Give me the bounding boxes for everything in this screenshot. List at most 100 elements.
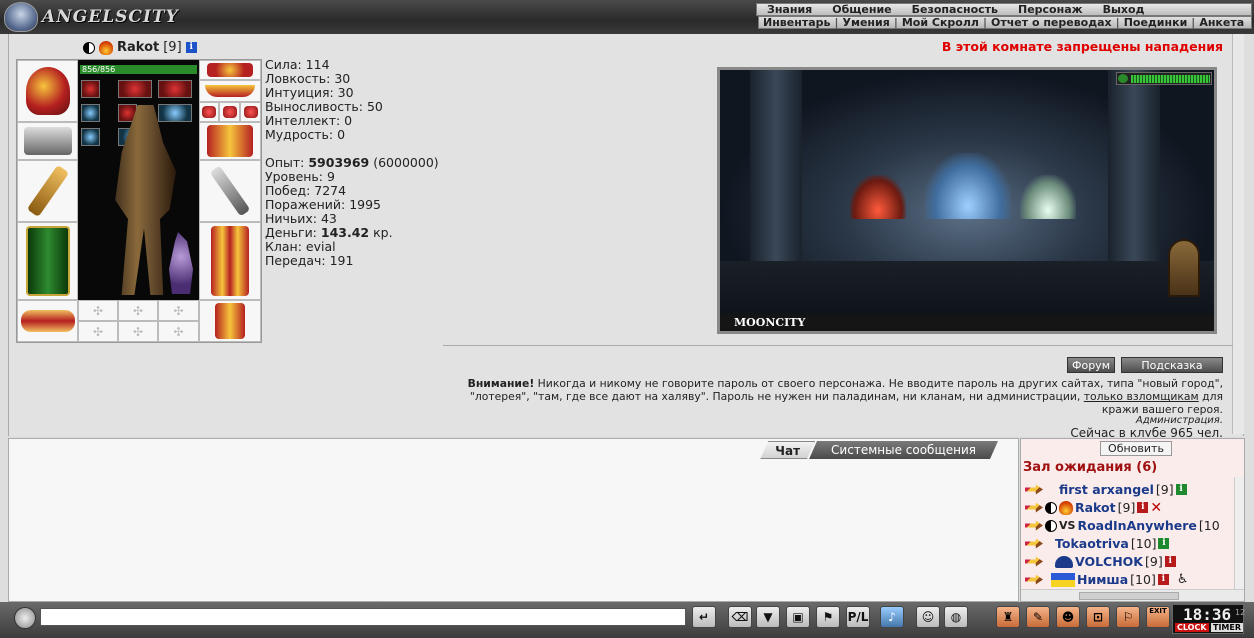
private-message-icon[interactable] — [1025, 574, 1043, 585]
boots-icon — [215, 303, 245, 339]
scrollbar-thumb[interactable] — [1079, 592, 1179, 600]
user-name[interactable]: RoadInAnywhere — [1077, 518, 1196, 533]
user-list-hscrollbar[interactable] — [1021, 589, 1244, 601]
submenu-transfer-report[interactable]: Отчет о переводах — [987, 16, 1116, 29]
slot-armor[interactable] — [17, 222, 78, 300]
user-name[interactable]: Rakot — [1075, 500, 1116, 515]
chat-area[interactable]: Чат Системные сообщения — [8, 438, 1019, 602]
slot-small-3[interactable]: ✣ — [158, 300, 199, 321]
rune-slot-3[interactable] — [158, 80, 192, 98]
slot-earrings[interactable] — [199, 60, 261, 80]
chat-input[interactable] — [40, 608, 686, 626]
lower-panel: Чат Системные сообщения Обновить Зал ожи… — [0, 436, 1254, 602]
user-info-icon[interactable]: i — [1157, 574, 1169, 585]
submenu-inventory[interactable]: Инвентарь — [759, 16, 834, 29]
user-list-scrollbar[interactable] — [1234, 477, 1244, 589]
save-log-icon[interactable]: ▣ — [786, 606, 810, 628]
submenu-skills[interactable]: Умения — [839, 16, 894, 29]
private-message-icon[interactable] — [1025, 484, 1043, 495]
slot-bracers[interactable] — [17, 122, 78, 160]
slot-weapon-left[interactable] — [17, 160, 78, 222]
menu-exit[interactable]: Выход — [1093, 3, 1155, 16]
portal-red[interactable] — [850, 175, 906, 219]
send-icon[interactable]: ↵ — [692, 606, 716, 628]
slot-ring-1[interactable] — [199, 102, 219, 122]
user-name[interactable]: VOLCHOK — [1075, 554, 1143, 569]
rune-slot-4[interactable] — [81, 104, 100, 122]
slot-gloves[interactable] — [199, 122, 261, 160]
mask-icon[interactable]: ☻ — [1056, 606, 1080, 628]
character-info-icon[interactable]: i — [185, 42, 197, 53]
slot-small-2[interactable]: ✣ — [118, 300, 158, 321]
main-scrollbar[interactable] — [1232, 34, 1244, 434]
rune-slot-7[interactable] — [81, 128, 100, 146]
exit-button[interactable]: EXIT — [1146, 606, 1170, 628]
slot-small-6[interactable]: ✣ — [158, 321, 199, 342]
slot-small-5[interactable]: ✣ — [118, 321, 158, 342]
private-message-icon[interactable] — [1025, 502, 1043, 513]
flag-icon[interactable]: ⚐ — [1116, 606, 1140, 628]
slot-ring-2[interactable] — [219, 102, 240, 122]
clear-icon[interactable]: ⌫ — [728, 606, 752, 628]
user-info-icon[interactable]: i — [1158, 538, 1170, 549]
rune-slot-6[interactable] — [158, 104, 192, 122]
slot-boots[interactable] — [199, 300, 261, 342]
portal-blue[interactable] — [925, 153, 1011, 219]
slot-belt[interactable] — [17, 300, 78, 342]
bag-icon[interactable]: ♜ — [996, 606, 1020, 628]
pl-icon[interactable]: P/L — [846, 606, 870, 628]
helmet-icon[interactable]: ◍ — [944, 606, 968, 628]
refresh-button[interactable]: Обновить — [1100, 441, 1172, 456]
slot-amulet[interactable] — [199, 80, 261, 102]
notice-link[interactable]: только взломщикам — [1084, 390, 1199, 403]
slot-helmet[interactable] — [17, 60, 78, 122]
forum-button[interactable]: Форум — [1067, 357, 1115, 373]
rune-slot-1[interactable] — [81, 80, 100, 98]
menu-knowledge[interactable]: Знания — [757, 3, 822, 16]
user-name[interactable]: Tokaotriva — [1055, 536, 1129, 551]
clock-label[interactable]: CLOCK — [1175, 623, 1209, 632]
slot-small-1[interactable]: ✣ — [78, 300, 118, 321]
submenu-profile[interactable]: Анкета — [1195, 16, 1248, 29]
private-message-icon[interactable] — [1025, 556, 1043, 567]
slot-weapon-right[interactable] — [199, 160, 261, 222]
submenu-my-scroll[interactable]: Мой Скролл — [898, 16, 983, 29]
slot-legs[interactable] — [199, 222, 261, 300]
music-icon[interactable]: ♪ — [880, 606, 904, 628]
portal-white[interactable] — [1020, 175, 1076, 219]
timer-label[interactable]: TIMER — [1211, 623, 1244, 632]
tab-system-messages[interactable]: Системные сообщения — [809, 441, 998, 459]
tab-chat[interactable]: Чат — [760, 441, 815, 459]
clock-widget: 18:36 12 CLOCK TIMER — [1172, 604, 1245, 634]
slot-ring-3[interactable] — [240, 102, 261, 122]
user-info-icon[interactable]: i — [1175, 484, 1187, 495]
exit-door-icon[interactable] — [1168, 239, 1200, 297]
menu-communication[interactable]: Общение — [822, 3, 901, 16]
hammer-icon — [26, 164, 69, 218]
scroll-icon[interactable]: ✎ — [1026, 606, 1050, 628]
run-icon[interactable]: ⚑ — [816, 606, 840, 628]
user-info-icon[interactable]: i — [1137, 502, 1149, 513]
private-message-icon[interactable] — [1025, 520, 1043, 531]
user-name[interactable]: Нимша — [1077, 572, 1128, 587]
talk-icon[interactable] — [14, 607, 36, 629]
refresh-icon[interactable] — [1118, 74, 1128, 83]
menu-security[interactable]: Безопасность — [902, 3, 1008, 16]
user-name[interactable]: first arxangel — [1059, 482, 1154, 497]
filter-icon[interactable]: ▼ — [756, 606, 780, 628]
smiley-icon[interactable]: ☺ — [916, 606, 940, 628]
private-message-icon[interactable] — [1025, 538, 1043, 549]
wheelchair-icon: ♿ — [1176, 572, 1189, 587]
room-name: MOONCITY — [720, 315, 1214, 331]
hint-button[interactable]: Подсказка — [1121, 357, 1223, 373]
slot-small-4[interactable]: ✣ — [78, 321, 118, 342]
submenu-duels[interactable]: Поединки — [1120, 16, 1192, 29]
user-info-icon[interactable]: i — [1164, 556, 1176, 567]
stat-transfers: Передач: 191 — [265, 253, 354, 268]
rune-slot-2[interactable] — [118, 80, 152, 98]
main-menu: Знания Общение Безопасность Персонаж Вых… — [756, 3, 1252, 16]
user-level: [10] — [1130, 572, 1156, 587]
pet-figure[interactable] — [169, 232, 193, 294]
lock-icon[interactable]: ⊡ — [1086, 606, 1110, 628]
menu-character[interactable]: Персонаж — [1008, 3, 1093, 16]
